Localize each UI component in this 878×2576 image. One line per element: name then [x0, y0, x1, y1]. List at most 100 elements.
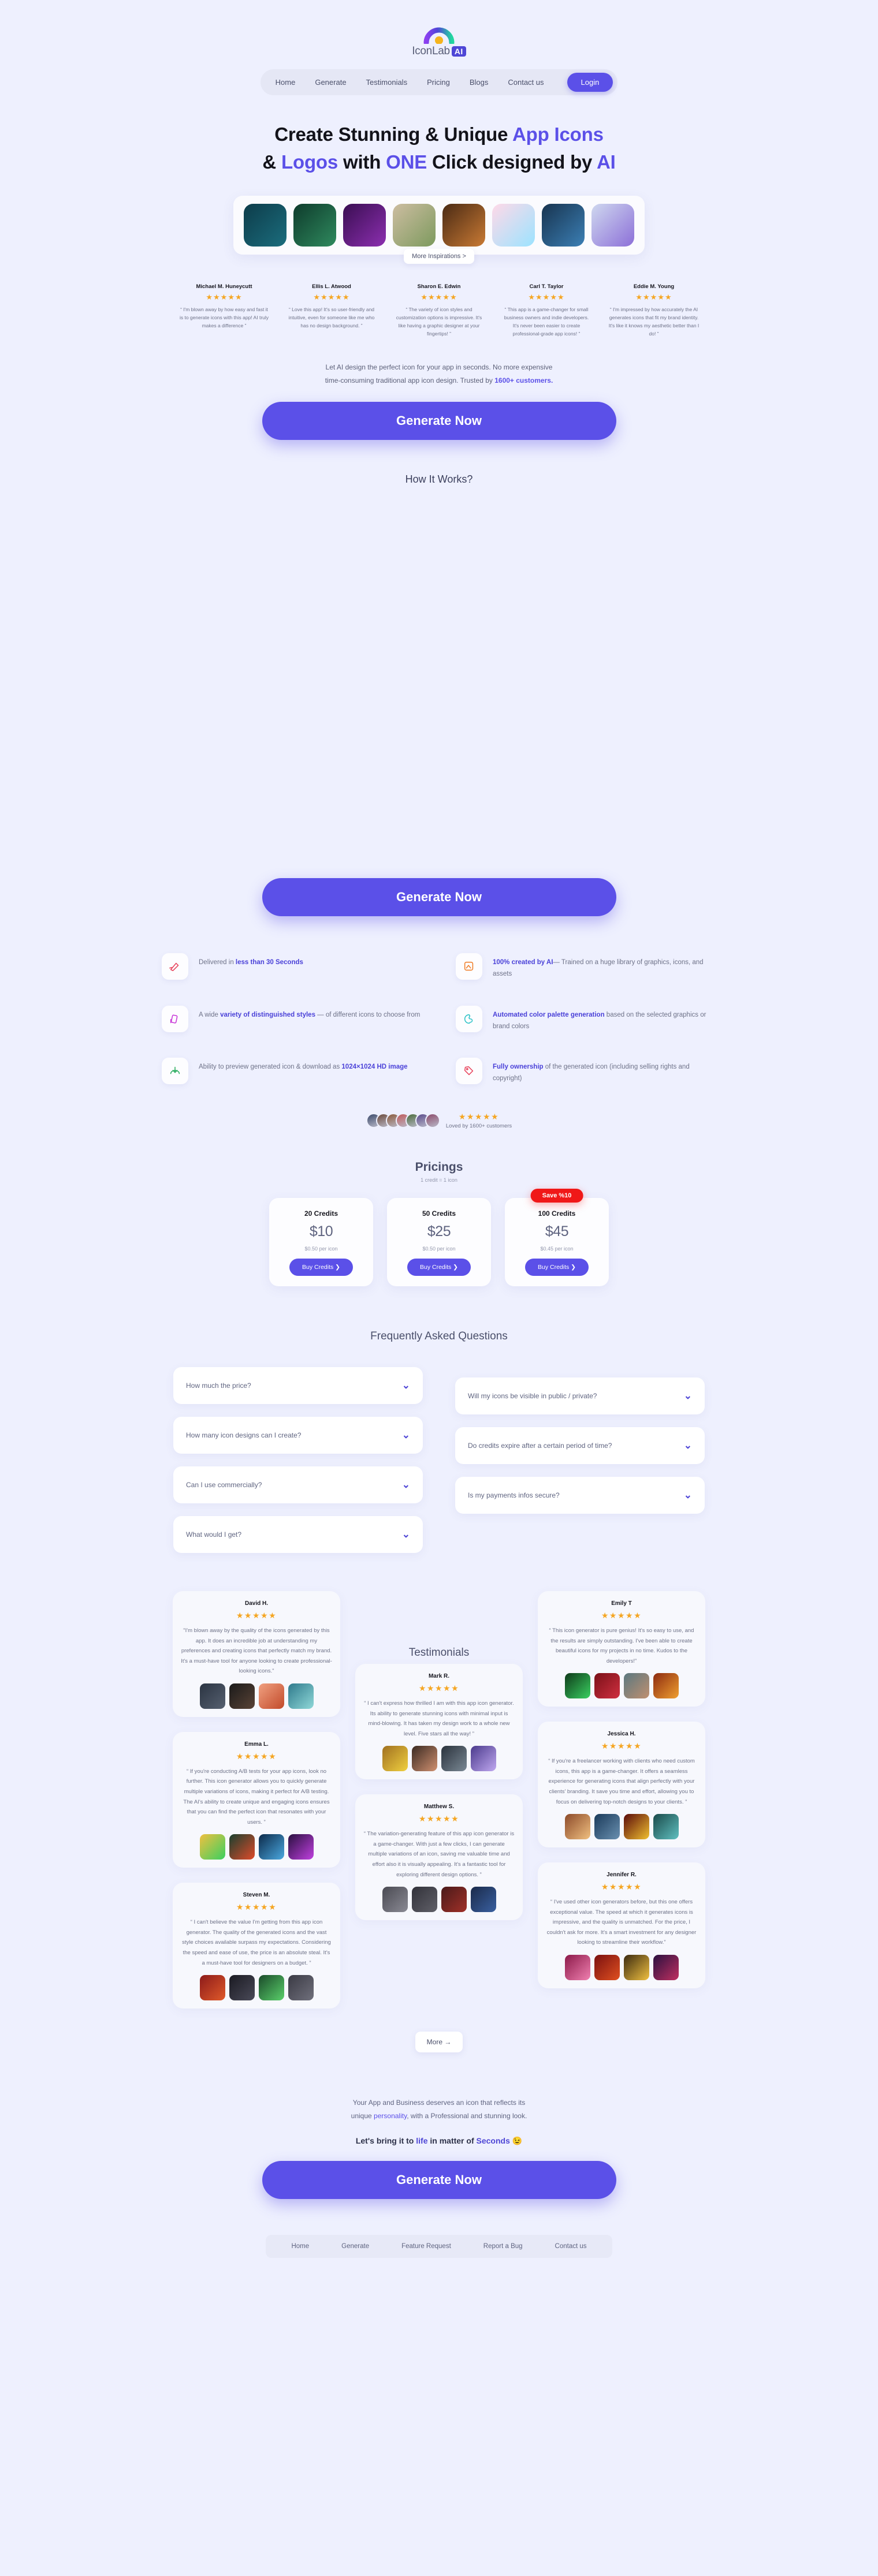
purple-helmet-icon[interactable] — [288, 1834, 314, 1860]
faq-item[interactable]: Will my icons be visible in public / pri… — [455, 1377, 705, 1415]
final-tag-life: life — [416, 2136, 428, 2145]
robot-icon[interactable] — [244, 203, 287, 247]
chevron-down-icon[interactable]: ⌄ — [402, 1380, 410, 1391]
chevron-down-icon[interactable]: ⌄ — [402, 1479, 410, 1491]
purple-streak-icon[interactable] — [653, 1954, 679, 1980]
hero-line2-one: ONE — [386, 151, 427, 173]
unicorn-icon[interactable] — [591, 203, 634, 247]
green-screen-icon[interactable] — [258, 1975, 284, 2001]
avatar — [425, 1113, 440, 1129]
pink-ghost-icon[interactable] — [564, 1954, 590, 1980]
brand-logo[interactable]: IconLab AI — [0, 0, 878, 58]
feature-text: Fully ownership of the generated icon (i… — [493, 1063, 690, 1082]
car-icon[interactable] — [542, 203, 585, 247]
nav-item-blogs[interactable]: Blogs — [470, 78, 489, 87]
robot-book-icon[interactable] — [288, 1683, 314, 1709]
faq-item[interactable]: How much the price? ⌄ — [173, 1367, 423, 1405]
final-personality: personality — [374, 2112, 407, 2120]
page-title: Create Stunning & Unique App Icons & Log… — [0, 121, 878, 176]
puppy-icon[interactable] — [653, 1814, 679, 1840]
mini-review-text: “ The variety of icon styles and customi… — [396, 306, 482, 337]
bell-icon[interactable] — [258, 1683, 284, 1709]
generate-now-button-footer[interactable]: Generate Now — [262, 2160, 616, 2199]
footer-link-home[interactable]: Home — [291, 2243, 309, 2250]
blue-light-icon[interactable] — [258, 1834, 284, 1860]
faq-question: How much the price? — [186, 1381, 251, 1390]
plan-per-icon: $0.50 per icon — [422, 1246, 456, 1252]
mushroom-icon[interactable] — [293, 203, 336, 247]
red-burger-icon[interactable] — [199, 1975, 225, 2001]
chevron-down-icon[interactable]: ⌄ — [684, 1440, 692, 1451]
chevron-down-icon[interactable]: ⌄ — [684, 1390, 692, 1402]
plan-price: $25 — [427, 1223, 451, 1240]
nav-item-home[interactable]: Home — [276, 78, 296, 87]
faq-item[interactable]: Do credits expire after a certain period… — [455, 1427, 705, 1465]
nav-item-generate[interactable]: Generate — [315, 78, 346, 87]
generate-now-button-mid[interactable]: Generate Now — [262, 878, 616, 917]
chevron-down-icon[interactable]: ⌄ — [402, 1429, 410, 1441]
green-car-icon[interactable] — [564, 1673, 590, 1699]
subtext-line1: Let AI design the perfect icon for your … — [325, 363, 553, 371]
save-badge: Save %10 — [530, 1189, 583, 1203]
cat-face-icon[interactable] — [492, 203, 535, 247]
buy-credits-button[interactable]: Buy Credits ❯ — [289, 1259, 353, 1276]
testimonial-author: Jessica H. — [607, 1731, 636, 1738]
footer-link-report-a-bug[interactable]: Report a Bug — [483, 2243, 523, 2250]
testimonial-thumbnails — [181, 1683, 332, 1709]
green-car-icon[interactable] — [199, 1834, 225, 1860]
footer-link-contact-us[interactable]: Contact us — [555, 2243, 587, 2250]
brain-head-icon[interactable] — [411, 1746, 437, 1772]
man-portrait-icon[interactable] — [623, 1673, 649, 1699]
faq-item[interactable]: Can I use commercially? ⌄ — [173, 1466, 423, 1504]
more-testimonials-button[interactable]: More → — [415, 2032, 463, 2053]
testimonial-author: Emily T — [611, 1600, 632, 1607]
testimonial-card: Matthew S. ★★★★★ “ The variation-generatin… — [355, 1794, 523, 1921]
red-box-icon[interactable] — [229, 1834, 255, 1860]
testimonial-text: “ The variation-generating feature of th… — [363, 1831, 515, 1878]
lara-icon[interactable] — [229, 1683, 255, 1709]
chevron-down-icon[interactable]: ⌄ — [402, 1529, 410, 1540]
nav-item-contact-us[interactable]: Contact us — [508, 78, 544, 87]
generate-now-button-hero[interactable]: Generate Now — [262, 402, 616, 440]
spiderman-icon[interactable] — [594, 1673, 620, 1699]
dark-figure-icon[interactable] — [229, 1975, 255, 2001]
footer-link-feature-request[interactable]: Feature Request — [401, 2243, 451, 2250]
wolf-icon[interactable] — [441, 1746, 467, 1772]
more-inspirations-button[interactable]: More Inspirations > — [404, 248, 474, 264]
nav-item-pricing[interactable]: Pricing — [427, 78, 450, 87]
dog-icon[interactable] — [594, 1814, 620, 1840]
tree-icon[interactable] — [393, 203, 436, 247]
blue-dark-icon[interactable] — [470, 1887, 496, 1913]
nav-item-testimonials[interactable]: Testimonials — [366, 78, 408, 87]
grey-robot-icon[interactable] — [382, 1887, 408, 1913]
footer-link-generate[interactable]: Generate — [341, 2243, 369, 2250]
chevron-down-icon[interactable]: ⌄ — [684, 1489, 692, 1501]
warrior-icon[interactable] — [442, 203, 485, 247]
faq-question: Is my payments infos secure? — [468, 1491, 560, 1499]
pikachu-icon[interactable] — [382, 1746, 408, 1772]
pricing-note: 1 credit = 1 icon — [421, 1177, 457, 1184]
superman-icon[interactable] — [653, 1673, 679, 1699]
plan-price: $10 — [309, 1223, 333, 1240]
gym-icon[interactable] — [199, 1683, 225, 1709]
faq-item[interactable]: Is my payments infos secure? ⌄ — [455, 1477, 705, 1514]
unicorn-icon[interactable] — [470, 1746, 496, 1772]
red-bee-icon[interactable] — [594, 1954, 620, 1980]
mini-reviews-row: Michael M. Huneycutt ★★★★★ “ I'm blown awa… — [0, 280, 878, 341]
testimonial-author: Steven M. — [243, 1892, 270, 1899]
buy-credits-button[interactable]: Buy Credits ❯ — [525, 1259, 589, 1276]
panther-icon[interactable] — [343, 203, 386, 247]
red-dark-icon[interactable] — [441, 1887, 467, 1913]
grey-tile-icon[interactable] — [288, 1975, 314, 2001]
login-button[interactable]: Login — [567, 73, 613, 92]
wings-icon[interactable] — [623, 1814, 649, 1840]
gold-ball-icon[interactable] — [623, 1954, 649, 1980]
testimonial-stars-icon: ★★★★★ — [236, 1611, 277, 1621]
faq-item[interactable]: What would I get? ⌄ — [173, 1516, 423, 1554]
faq-item[interactable]: How many icon designs can I create? ⌄ — [173, 1417, 423, 1454]
final-tag-a: Let's bring it to — [355, 2136, 416, 2145]
dark-grey-icon[interactable] — [411, 1887, 437, 1913]
books-icon[interactable] — [564, 1814, 590, 1840]
pricing-plan-card: Save %10 100 Credits $45 $0.45 per icon Buy … — [505, 1189, 609, 1287]
buy-credits-button[interactable]: Buy Credits ❯ — [407, 1259, 471, 1276]
